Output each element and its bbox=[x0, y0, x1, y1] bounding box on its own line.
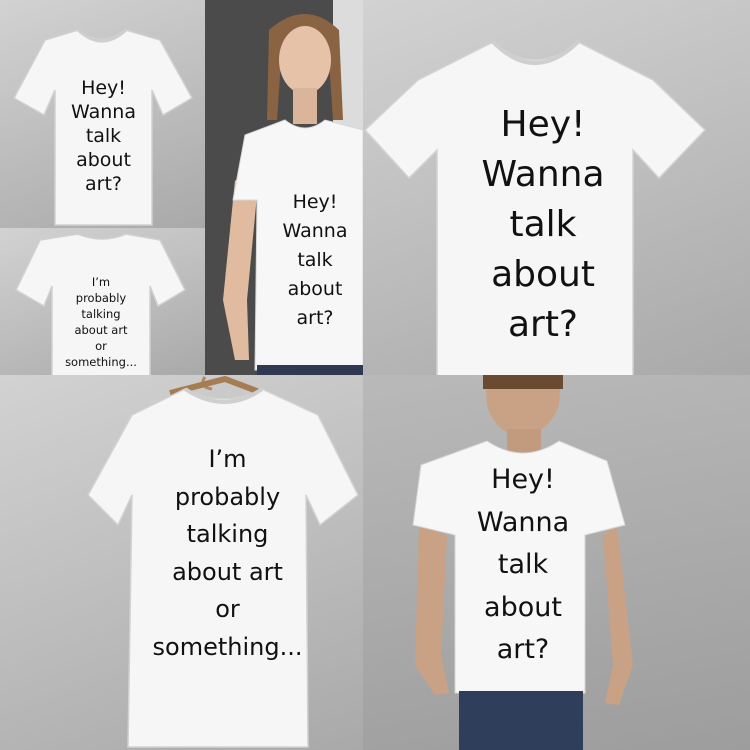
print-line: something... bbox=[65, 355, 137, 369]
panel-hanger-shirt: I’m probably talking about art or someth… bbox=[0, 375, 363, 750]
panel-man-model: Hey! Wanna talk about art? bbox=[363, 375, 750, 750]
shirt-print-text: I’m probably talking about art or someth… bbox=[52, 274, 150, 370]
print-line: I’m bbox=[208, 445, 247, 473]
print-line: about bbox=[484, 591, 562, 623]
print-line: about bbox=[76, 149, 131, 171]
print-line: or bbox=[95, 339, 107, 353]
print-line: something... bbox=[152, 632, 303, 661]
print-line: talking bbox=[81, 307, 121, 321]
print-line: art? bbox=[507, 304, 579, 345]
print-line: art? bbox=[85, 173, 122, 195]
print-line: Hey! bbox=[491, 464, 555, 495]
print-line: Wanna bbox=[481, 154, 605, 195]
shirt-print-text: Hey! Wanna talk about art? bbox=[55, 76, 152, 196]
print-line: talk bbox=[85, 125, 122, 147]
print-line: art? bbox=[496, 634, 550, 665]
print-line: about bbox=[491, 254, 595, 295]
print-line: probably bbox=[174, 482, 281, 511]
print-line: Wanna bbox=[71, 101, 136, 123]
print-line: about art bbox=[172, 557, 283, 586]
print-line: Hey! bbox=[292, 191, 338, 213]
print-line: Hey! bbox=[81, 77, 126, 99]
print-line: or bbox=[215, 595, 240, 623]
print-line: about bbox=[287, 278, 343, 300]
panel-flat-front: Hey! Wanna talk about art? bbox=[0, 0, 205, 228]
print-line: about art bbox=[74, 323, 128, 337]
print-line: Wanna bbox=[476, 506, 570, 538]
shirt-print-text: I’m probably talking about art or someth… bbox=[140, 441, 315, 666]
panel-closeup-front: Hey! Wanna talk about art? bbox=[363, 0, 750, 375]
shirt-print-text: Hey! Wanna talk about art? bbox=[463, 100, 623, 350]
print-line: talk bbox=[297, 249, 333, 271]
print-line: Wanna bbox=[282, 220, 348, 242]
print-line: talk bbox=[497, 549, 549, 580]
print-line: art? bbox=[296, 307, 334, 329]
print-line: Hey! bbox=[500, 104, 586, 145]
shirt-print-text: Hey! Wanna talk about art? bbox=[267, 188, 363, 333]
print-line: I’m bbox=[91, 275, 111, 289]
panel-flat-back: I’m probably talking about art or someth… bbox=[0, 228, 205, 375]
panel-woman-model: Hey! Wanna talk about art? bbox=[205, 0, 363, 375]
print-line: probably bbox=[75, 291, 127, 305]
print-line: talking bbox=[186, 520, 269, 548]
shirt-print-text: Hey! Wanna talk about art? bbox=[463, 459, 583, 672]
print-line: talk bbox=[509, 204, 577, 245]
